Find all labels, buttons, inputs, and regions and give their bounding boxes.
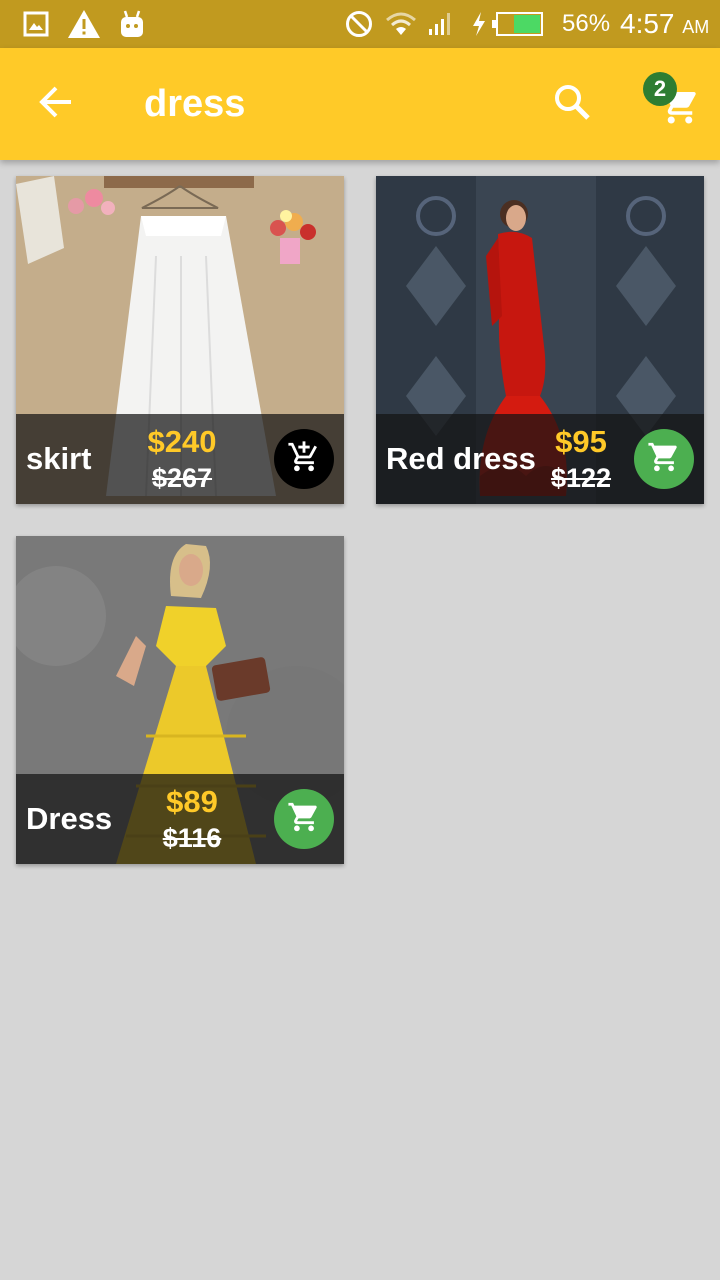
search-button[interactable]: [544, 76, 600, 132]
product-name: Red dress: [386, 441, 536, 476]
android-icon: [117, 8, 147, 40]
product-price: $95: [555, 424, 607, 459]
clock-time: 4:57: [620, 8, 675, 39]
clock-ampm: AM: [682, 17, 710, 37]
product-info-bar: Red dress $95 $122: [376, 414, 704, 504]
image-icon: [22, 8, 50, 40]
product-card-skirt[interactable]: skirt $240 $267: [16, 176, 344, 504]
product-info-bar: Dress $89 $116: [16, 774, 344, 864]
status-bar: 56% 4:57 AM: [0, 0, 720, 48]
add-to-cart-button[interactable]: [634, 429, 694, 489]
search-icon: [553, 83, 591, 126]
product-price: $240: [147, 424, 217, 459]
back-button[interactable]: [28, 76, 84, 132]
signal-icon: [426, 8, 456, 40]
battery-percent: 56%: [562, 10, 611, 37]
product-original-price: $267: [151, 463, 213, 493]
add-to-cart-button[interactable]: [274, 789, 334, 849]
product-name: Dress: [26, 801, 113, 836]
product-price: $89: [166, 784, 218, 819]
charging-icon: [470, 8, 488, 40]
cart-count-badge: 2: [643, 72, 677, 106]
product-info-bar: skirt $240 $267: [16, 414, 344, 504]
product-name: skirt: [26, 441, 92, 476]
arrow-back-icon: [38, 84, 74, 125]
shopping-cart-icon: [287, 800, 321, 839]
product-original-price: $122: [550, 463, 612, 493]
product-card-red-dress[interactable]: Red dress $95 $122: [376, 176, 704, 504]
add-shopping-cart-icon: [287, 440, 321, 479]
product-original-price: $116: [162, 823, 222, 853]
product-card-dress[interactable]: Dress $89 $116: [16, 536, 344, 864]
add-to-cart-button[interactable]: [274, 429, 334, 489]
warning-icon: [66, 8, 102, 40]
page-title: dress: [144, 83, 246, 125]
shopping-cart-icon: [647, 440, 681, 479]
battery-icon: [492, 8, 544, 40]
do-not-disturb-icon: [344, 8, 374, 40]
wifi-icon: [384, 8, 418, 40]
app-bar: dress: [0, 48, 720, 160]
clock: 4:57 AM: [620, 8, 709, 40]
